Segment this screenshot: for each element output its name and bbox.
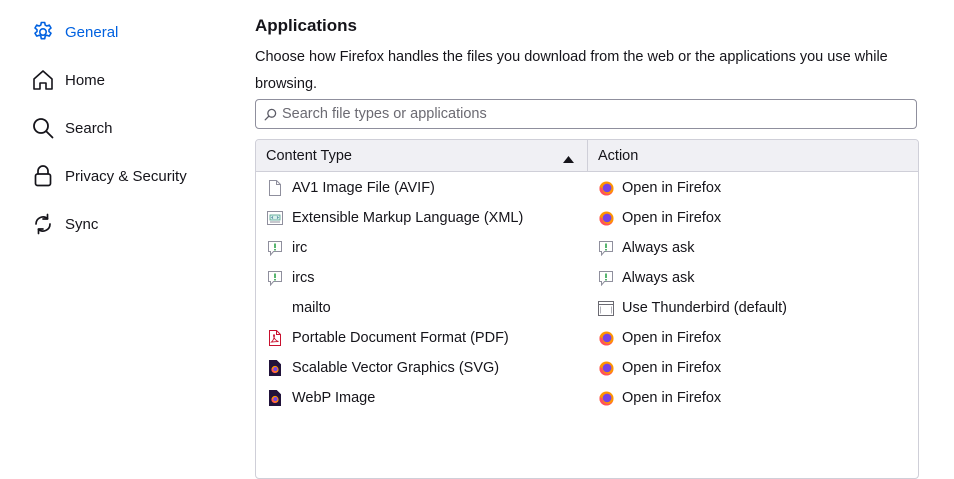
- content-type-label: Extensible Markup Language (XML): [292, 210, 524, 226]
- action-label: Always ask: [622, 240, 695, 256]
- sidebar-item-label: General: [65, 23, 119, 41]
- gear-icon: [30, 19, 56, 45]
- action-label: Open in Firefox: [622, 390, 722, 406]
- firefox-doc-icon: [267, 390, 283, 406]
- action-label: Open in Firefox: [622, 210, 722, 226]
- ask-icon: [267, 270, 283, 286]
- firefox-icon: [598, 180, 614, 196]
- ask-icon: [598, 240, 614, 256]
- table-row[interactable]: Scalable Vector Graphics (SVG) Open in F…: [256, 353, 918, 383]
- sort-ascending-icon: [563, 151, 574, 167]
- table-row[interactable]: WebP Image Open in Firefox: [256, 383, 918, 413]
- column-header-action[interactable]: Action: [588, 140, 918, 171]
- firefox-doc-icon: [267, 360, 283, 376]
- table-row[interactable]: Portable Document Format (PDF) Open in F…: [256, 323, 918, 353]
- action-label: Open in Firefox: [622, 330, 722, 346]
- sidebar-item-search[interactable]: Search: [30, 112, 113, 144]
- table-row[interactable]: AV1 Image File (AVIF) Open in Firefox: [256, 173, 918, 203]
- table-body: AV1 Image File (AVIF) Open in Firefox Ex…: [256, 173, 918, 413]
- column-header-content-type[interactable]: Content Type: [256, 140, 588, 171]
- sidebar-item-label: Privacy & Security: [65, 167, 187, 185]
- table-row[interactable]: mailto Use Thunderbird (default): [256, 293, 918, 323]
- sidebar-item-privacy-security[interactable]: Privacy & Security: [30, 160, 187, 192]
- ask-icon: [598, 270, 614, 286]
- sidebar: General Home Search Privacy & Security S…: [0, 0, 240, 464]
- content-type-label: Scalable Vector Graphics (SVG): [292, 360, 500, 376]
- section-title: Applications: [255, 16, 358, 35]
- table-row[interactable]: ircs Always ask: [256, 263, 918, 293]
- firefox-icon: [598, 210, 614, 226]
- action-label: Open in Firefox: [622, 180, 722, 196]
- sidebar-item-label: Home: [65, 71, 106, 89]
- table-header: Content Type Action: [256, 140, 918, 172]
- sync-icon: [30, 211, 56, 237]
- handlers-table: Content Type Action AV1 Image File (AVIF…: [255, 139, 919, 479]
- content-type-label: WebP Image: [292, 390, 376, 406]
- content-type-label: irc: [292, 240, 308, 256]
- search-box[interactable]: [255, 99, 917, 129]
- generic-file-icon: [267, 180, 283, 196]
- search-icon: [264, 108, 277, 121]
- home-icon: [30, 67, 56, 93]
- table-row[interactable]: Extensible Markup Language (XML) Open in…: [256, 203, 918, 233]
- xml-file-icon: [267, 210, 283, 226]
- action-label: Always ask: [622, 270, 695, 286]
- sidebar-item-general[interactable]: General: [30, 16, 118, 48]
- content-type-label: ircs: [292, 270, 315, 286]
- firefox-icon: [598, 330, 614, 346]
- search-icon: [30, 115, 56, 141]
- table-row[interactable]: irc Always ask: [256, 233, 918, 263]
- lock-icon: [30, 163, 56, 189]
- action-label: Open in Firefox: [622, 360, 722, 376]
- action-label: Use Thunderbird (default): [622, 300, 787, 316]
- content-type-label: mailto: [292, 300, 331, 316]
- content-type-label: Portable Document Format (PDF): [292, 330, 509, 346]
- ask-icon: [267, 240, 283, 256]
- firefox-icon: [598, 360, 614, 376]
- search-input[interactable]: [282, 106, 882, 122]
- application-icon: [598, 300, 614, 316]
- sidebar-item-sync[interactable]: Sync: [30, 208, 98, 240]
- firefox-icon: [598, 390, 614, 406]
- section-description: Choose how Firefox handles the files you…: [255, 49, 888, 92]
- sidebar-item-home[interactable]: Home: [30, 64, 105, 96]
- sidebar-item-label: Sync: [65, 215, 99, 233]
- sidebar-item-label: Search: [65, 119, 113, 137]
- pdf-file-icon: [267, 330, 283, 346]
- content-type-label: AV1 Image File (AVIF): [292, 180, 435, 196]
